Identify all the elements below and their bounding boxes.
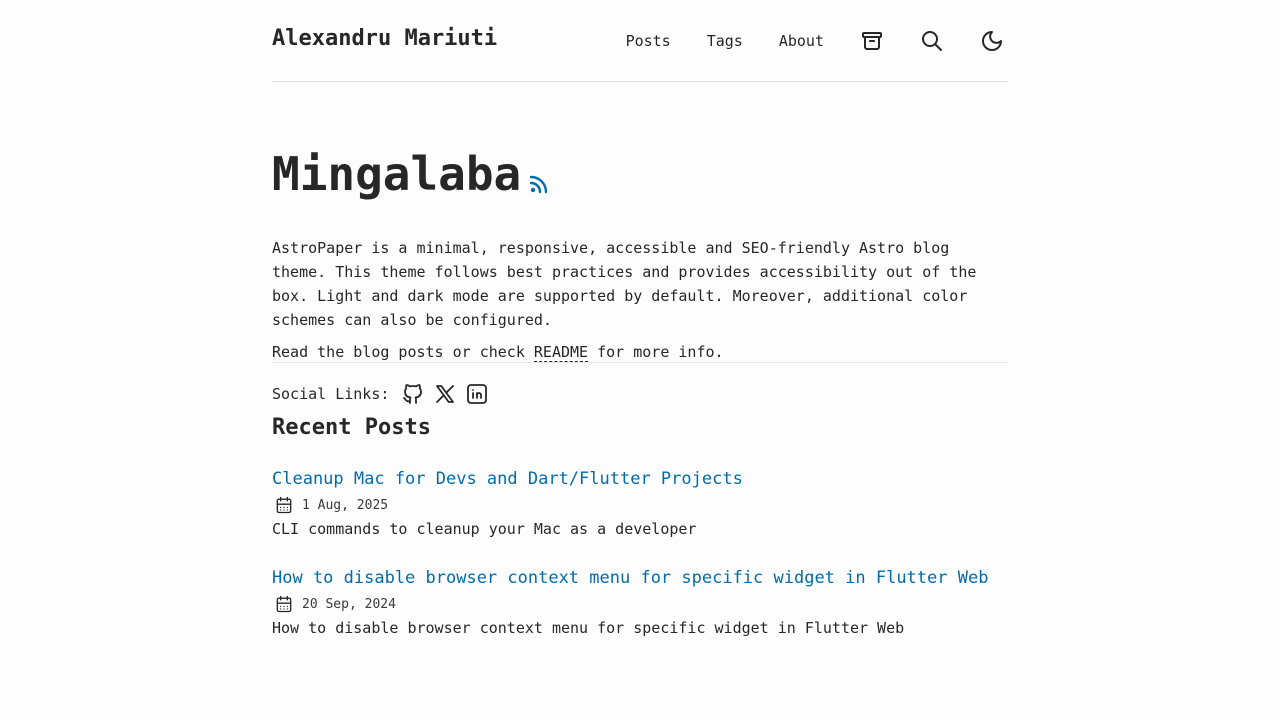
social-links: Social Links: xyxy=(272,382,1008,406)
intro-text: AstroPaper is a minimal, responsive, acc… xyxy=(272,236,1008,364)
recent-posts-heading: Recent Posts xyxy=(272,415,431,440)
site-header: Alexandru Mariuti Posts Tags About xyxy=(272,0,1008,82)
main-nav: Posts Tags About xyxy=(626,25,1008,57)
calendar-icon xyxy=(276,595,292,613)
post-description: How to disable browser context menu for … xyxy=(272,619,905,637)
linkedin-icon[interactable] xyxy=(465,382,489,406)
nav-about-link[interactable]: About xyxy=(779,25,824,57)
list-item: How to disable browser context menu for … xyxy=(272,566,1008,640)
post-date: 20 Sep, 2024 xyxy=(272,592,1008,616)
github-icon[interactable] xyxy=(401,382,425,406)
read-prefix-text: Read the blog posts or check xyxy=(272,343,534,361)
post-title-link[interactable]: How to disable browser context menu for … xyxy=(272,566,1008,590)
social-links-label: Social Links: xyxy=(272,385,390,403)
page-container: Alexandru Mariuti Posts Tags About Minga… xyxy=(272,0,1008,640)
site-title-link[interactable]: Alexandru Mariuti xyxy=(272,26,497,51)
read-suffix-text: for more info. xyxy=(588,343,724,361)
read-more-paragraph: Read the blog posts or check README for … xyxy=(272,340,1008,364)
hero-section: Mingalaba AstroPaper is a minimal, respo… xyxy=(272,82,1008,404)
search-icon[interactable] xyxy=(920,29,944,53)
calendar-icon xyxy=(276,496,292,514)
archive-icon[interactable] xyxy=(860,29,884,53)
post-date-text: 20 Sep, 2024 xyxy=(302,596,396,612)
post-date-text: 1 Aug, 2025 xyxy=(302,497,389,513)
rss-icon[interactable] xyxy=(527,172,551,196)
intro-paragraph: AstroPaper is a minimal, responsive, acc… xyxy=(272,239,977,329)
nav-posts-link[interactable]: Posts xyxy=(626,25,671,57)
hero-title: Mingalaba xyxy=(272,147,522,201)
post-title-link[interactable]: Cleanup Mac for Devs and Dart/Flutter Pr… xyxy=(272,467,1008,491)
post-date: 1 Aug, 2025 xyxy=(272,493,1008,517)
hero-title-row: Mingalaba xyxy=(272,146,1008,202)
list-item: Cleanup Mac for Devs and Dart/Flutter Pr… xyxy=(272,467,1008,541)
readme-link[interactable]: README xyxy=(533,343,589,362)
moon-icon[interactable] xyxy=(980,29,1004,53)
nav-tags-link[interactable]: Tags xyxy=(707,25,743,57)
x-icon[interactable] xyxy=(433,382,457,406)
post-description: CLI commands to cleanup your Mac as a de… xyxy=(272,520,697,538)
